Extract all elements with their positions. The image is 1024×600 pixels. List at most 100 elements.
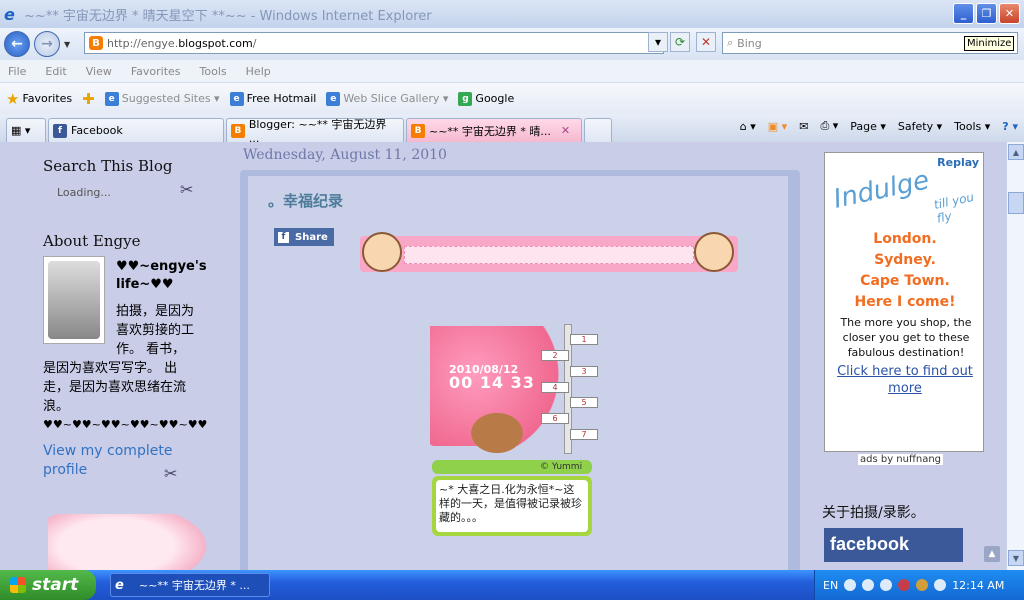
vertical-scrollbar[interactable]: ▲ ▼ — [1006, 142, 1024, 570]
facebook-share-button[interactable]: f Share — [274, 228, 334, 246]
fav-web-slice-gallery[interactable]: e Web Slice Gallery ▾ — [326, 91, 448, 106]
history-dropdown-icon[interactable]: ▼ — [64, 40, 70, 49]
profile-name: ♥♥~engye's life~♥♥ — [116, 259, 207, 292]
close-tab-icon[interactable]: ✕ — [561, 124, 570, 137]
post-title[interactable]: 。幸福纪录 — [268, 190, 343, 211]
yummi-credit: © Yummi — [540, 462, 583, 472]
fav-label: Google — [475, 92, 515, 105]
address-bar[interactable]: B http://engye.blogspot.com/ — [84, 32, 664, 54]
tab-facebook[interactable]: f Facebook — [48, 118, 224, 142]
page-content: Search This Blog Loading... ✂ About Engy… — [0, 142, 1006, 570]
task-label: ~~** 宇宙无边界 * ... — [139, 579, 250, 592]
tools-menu[interactable]: Tools ▾ — [954, 120, 990, 133]
clock[interactable]: 12:14 AM — [952, 579, 1004, 592]
window-title: ~~** 宇宙无边界 * 晴天星空下 **~~ - Windows Intern… — [24, 8, 432, 24]
banner-strip — [404, 246, 694, 264]
profile-photo[interactable] — [43, 256, 105, 344]
ad-replay-button[interactable]: Replay — [937, 156, 979, 169]
blogger-favicon-icon: B — [89, 36, 103, 50]
windows-logo-icon — [10, 577, 26, 593]
feeds-icon[interactable]: ▣ ▾ — [768, 120, 787, 133]
back-button[interactable]: ← — [4, 31, 30, 57]
fav-label: Free Hotmail — [246, 92, 317, 105]
system-tray: EN 12:14 AM — [814, 570, 1024, 600]
scroll-down-icon[interactable]: ▼ — [1008, 550, 1024, 566]
view-profile-link[interactable]: View my complete profile — [43, 442, 183, 480]
safety-menu[interactable]: Safety ▾ — [898, 120, 942, 133]
couple-illustration — [452, 398, 542, 468]
fav-suggested-sites[interactable]: e Suggested Sites ▾ — [104, 91, 220, 106]
command-bar: ⌂ ▾ ▣ ▾ ✉ ⎙ ▾ Page ▾ Safety ▾ Tools ▾ ? … — [740, 119, 1018, 133]
stop-button[interactable]: ✕ — [696, 32, 716, 52]
loading-text: Loading... — [57, 186, 111, 199]
scroll-top-icon[interactable]: ▲ — [984, 546, 1000, 562]
tab-blog-active[interactable]: B ~~** 宇宙无边界 * 晴... ✕ — [406, 118, 582, 142]
google-icon: g — [458, 91, 473, 106]
edit-tools-icon[interactable]: ✂ — [164, 464, 177, 483]
sign-5: 5 — [570, 397, 598, 408]
facebook-badge[interactable]: facebook — [824, 528, 963, 562]
ie-page-icon: e — [104, 91, 119, 106]
address-domain: blogspot.com — [178, 36, 253, 50]
update-icon[interactable] — [916, 579, 929, 591]
tab-label: Blogger: ~~** 宇宙无边界 ... — [248, 118, 387, 145]
ads-by-label[interactable]: ads by nuffnang — [858, 454, 944, 465]
nuffnang-ad[interactable]: Replay Indulge till you fly London. Sydn… — [824, 152, 984, 452]
display-icon[interactable] — [934, 579, 947, 591]
title-bar: e ~~** 宇宙无边界 * 晴天星空下 **~~ - Windows Inte… — [0, 0, 1024, 28]
favorites-button[interactable]: ★ Favorites — [6, 90, 72, 108]
menu-file[interactable]: File — [8, 65, 26, 78]
menu-help[interactable]: Help — [246, 65, 271, 78]
tab-label: ~~** 宇宙无边界 * 晴... — [429, 124, 551, 138]
ad-city: London. — [873, 231, 937, 247]
ie-page-icon: e — [229, 91, 244, 106]
fav-google[interactable]: g Google — [458, 91, 515, 106]
help-icon[interactable]: ? ▾ — [1002, 120, 1018, 133]
volume-icon[interactable] — [880, 579, 893, 591]
right-section-title: 关于拍摄/录影。 — [822, 505, 925, 521]
quick-tabs-button[interactable]: ▦ ▾ — [6, 118, 46, 142]
address-prefix: http://engye. — [107, 36, 179, 50]
home-icon[interactable]: ⌂ ▾ — [740, 120, 756, 133]
menu-favorites[interactable]: Favorites — [131, 65, 181, 78]
boy-face-icon — [362, 232, 402, 272]
menu-tools[interactable]: Tools — [200, 65, 227, 78]
minimize-tooltip: Minimize — [964, 36, 1015, 51]
blogger-favicon-icon: B — [411, 123, 425, 138]
print-icon[interactable]: ⎙ ▾ — [820, 119, 838, 133]
sign-4: 4 — [541, 382, 569, 393]
menu-edit[interactable]: Edit — [45, 65, 66, 78]
page-menu[interactable]: Page ▾ — [850, 120, 886, 133]
tab-blogger[interactable]: B Blogger: ~~** 宇宙无边界 ... — [226, 118, 404, 145]
maximize-button[interactable]: ❐ — [976, 3, 997, 24]
sign-2: 2 — [541, 350, 569, 361]
network-icon[interactable] — [862, 579, 875, 591]
edit-tools-icon[interactable]: ✂ — [180, 180, 193, 199]
add-favorite-icon[interactable]: ✚ — [82, 90, 95, 108]
new-tab-button[interactable] — [584, 118, 612, 142]
tray-app-icon[interactable] — [844, 579, 857, 591]
forward-button[interactable]: → — [34, 31, 60, 57]
search-blog-title: Search This Blog — [43, 157, 173, 175]
post-date: Wednesday, August 11, 2010 — [243, 147, 447, 163]
sign-7: 7 — [570, 429, 598, 440]
minimize-button[interactable]: _ — [953, 3, 974, 24]
menu-view[interactable]: View — [86, 65, 112, 78]
scroll-up-icon[interactable]: ▲ — [1008, 144, 1024, 160]
profile-photo-image — [48, 261, 100, 339]
read-mail-icon[interactable]: ✉ — [799, 120, 808, 133]
scroll-thumb[interactable] — [1008, 192, 1024, 214]
window-controls: _ ❐ ✕ — [953, 3, 1020, 24]
ad-link[interactable]: Click here to find out more — [825, 363, 985, 397]
sign-3: 3 — [570, 366, 598, 377]
taskbar-ie-window[interactable]: e ~~** 宇宙无边界 * ... — [110, 573, 270, 597]
antivirus-icon[interactable] — [898, 579, 911, 591]
close-button[interactable]: ✕ — [999, 3, 1020, 24]
ad-copy: The more you shop, the closer you get to… — [840, 316, 972, 359]
address-dropdown-button[interactable]: ▾ — [648, 32, 668, 52]
fav-free-hotmail[interactable]: e Free Hotmail — [229, 91, 317, 106]
refresh-button[interactable]: ⟳ — [670, 32, 690, 52]
fav-label: Suggested Sites ▾ — [121, 92, 220, 105]
start-button[interactable]: start — [0, 570, 96, 600]
language-indicator[interactable]: EN — [823, 579, 838, 592]
